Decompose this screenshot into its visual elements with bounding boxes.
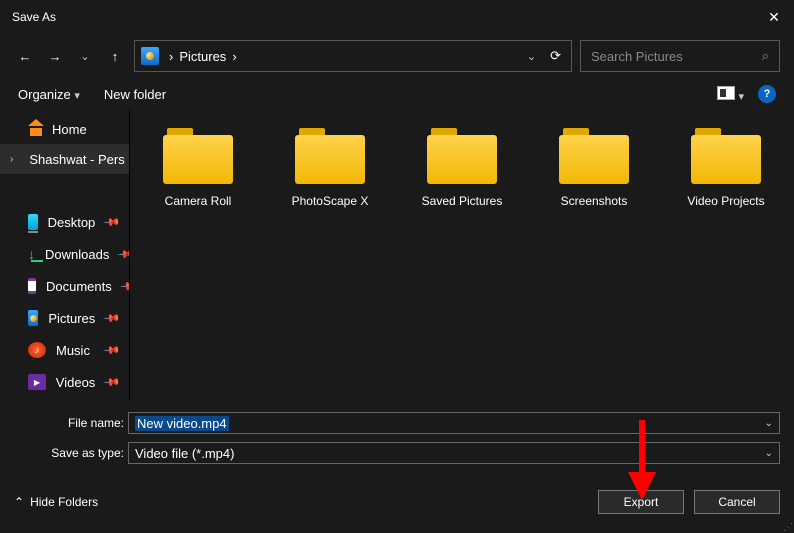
body-area: Home › Shashwat - Pers Desktop📌Downloads… (0, 110, 794, 400)
breadcrumb-sep: › (169, 49, 173, 64)
folder-tile[interactable]: Video Projects (670, 128, 782, 382)
pin-icon: 📌 (103, 309, 122, 328)
savetype-value: Video file (*.mp4) (135, 446, 234, 461)
folder-icon (427, 128, 497, 184)
sidebar-item-label: Pictures (48, 311, 95, 326)
chevron-down-icon[interactable]: ⌄ (765, 448, 773, 459)
view-options-button[interactable]: ▾ (717, 86, 744, 103)
footer-bar: ⌃ Hide Folders Export Cancel (0, 474, 794, 522)
close-icon[interactable]: ✕ (766, 9, 782, 26)
folder-icon (691, 128, 761, 184)
recent-locations-button[interactable]: ⌄ (74, 45, 96, 67)
breadcrumb-sep: › (232, 49, 236, 64)
folder-icon (163, 128, 233, 184)
window-title: Save As (12, 10, 766, 24)
sidebar-item-videos[interactable]: Videos 📌 (0, 366, 129, 398)
export-button[interactable]: Export (598, 490, 684, 514)
address-dropdown-icon[interactable]: ⌄ (527, 50, 536, 63)
folder-label: Video Projects (687, 194, 764, 208)
breadcrumb[interactable]: › Pictures › (169, 49, 517, 64)
folder-label: Saved Pictures (422, 194, 503, 208)
view-icon (717, 86, 735, 100)
tree-label: Shashwat - Pers (29, 152, 124, 167)
folder-tile[interactable]: Screenshots (538, 128, 650, 382)
sidebar-item-label: Documents (46, 279, 112, 294)
music-icon (28, 342, 46, 358)
filename-field[interactable]: New video.mp4 ⌄ (128, 412, 780, 434)
chevron-up-icon: ⌃ (14, 495, 24, 509)
folder-label: Camera Roll (165, 194, 232, 208)
sidebar-item-label: Downloads (45, 247, 109, 262)
search-icon: ⌕ (762, 48, 769, 64)
expand-icon[interactable]: › (10, 154, 13, 165)
folder-tile[interactable]: Saved Pictures (406, 128, 518, 382)
new-folder-button[interactable]: New folder (104, 87, 166, 102)
forward-button[interactable]: → (44, 45, 66, 67)
sidebar-item-label: Videos (56, 375, 96, 390)
sidebar-item-music[interactable]: Music 📌 (0, 334, 129, 366)
tree-item-home[interactable]: Home (0, 114, 129, 144)
cancel-button[interactable]: Cancel (694, 490, 780, 514)
search-placeholder: Search Pictures (591, 49, 683, 64)
title-bar: Save As ✕ (0, 0, 794, 34)
address-bar[interactable]: › Pictures › ⌄ ⟳ (134, 40, 572, 72)
pin-icon: 📌 (103, 341, 122, 360)
search-input[interactable]: Search Pictures ⌕ (580, 40, 780, 72)
pictures-icon (141, 47, 159, 65)
home-icon (28, 122, 44, 136)
filename-label: File name: (14, 416, 124, 430)
save-form: File name: New video.mp4 ⌄ Save as type:… (0, 400, 794, 474)
sidebar-item-documents[interactable]: Documents 📌 (0, 270, 129, 302)
breadcrumb-segment[interactable]: Pictures (179, 49, 226, 64)
resize-grip[interactable]: ⋰ (783, 526, 791, 530)
up-button[interactable]: ↑ (104, 45, 126, 67)
refresh-icon[interactable]: ⟳ (550, 48, 561, 64)
savetype-label: Save as type: (14, 446, 124, 460)
help-icon[interactable]: ? (758, 85, 776, 103)
chevron-down-icon[interactable]: ⌄ (765, 418, 773, 429)
sidebar-item-desktop[interactable]: Desktop 📌 (0, 206, 129, 238)
savetype-field[interactable]: Video file (*.mp4) ⌄ (128, 442, 780, 464)
doc-icon (28, 278, 36, 294)
vid-icon (28, 374, 46, 390)
chevron-down-icon: ▾ (738, 91, 744, 103)
sidebar-item-pictures[interactable]: Pictures 📌 (0, 302, 129, 334)
command-bar: Organize ▾ New folder ▾ ? (0, 78, 794, 110)
hide-folders-button[interactable]: ⌃ Hide Folders (14, 495, 98, 509)
sidebar-item-label: Music (56, 343, 90, 358)
chevron-down-icon: ▾ (74, 90, 80, 102)
folder-icon (295, 128, 365, 184)
sidebar-item-downloads[interactable]: Downloads 📌 (0, 238, 129, 270)
filename-value: New video.mp4 (135, 416, 229, 431)
folder-label: PhotoScape X (292, 194, 369, 208)
tree-item-onedrive[interactable]: › Shashwat - Pers (0, 144, 129, 174)
pin-icon: 📌 (103, 373, 122, 392)
navigation-pane: Home › Shashwat - Pers Desktop📌Downloads… (0, 110, 130, 400)
tree-label: Home (52, 122, 87, 137)
back-button[interactable]: ← (14, 45, 36, 67)
quick-access-list: Desktop📌Downloads📌Documents📌Pictures📌Mus… (0, 206, 129, 398)
pin-icon: 📌 (117, 245, 130, 264)
folder-tile[interactable]: Camera Roll (142, 128, 254, 382)
pin-icon: 📌 (103, 213, 122, 232)
folder-tile[interactable]: PhotoScape X (274, 128, 386, 382)
pic-icon (28, 310, 38, 326)
nav-bar: ← → ⌄ ↑ › Pictures › ⌄ ⟳ Search Pictures… (0, 34, 794, 78)
dl-icon (28, 246, 35, 262)
sidebar-item-label: Desktop (48, 215, 96, 230)
desktop-icon (28, 214, 38, 230)
folder-icon (559, 128, 629, 184)
pin-icon: 📌 (119, 277, 130, 296)
organize-button[interactable]: Organize ▾ (18, 87, 80, 102)
folder-view[interactable]: Camera Roll PhotoScape X Saved Pictures Scr… (130, 110, 794, 400)
folder-label: Screenshots (561, 194, 628, 208)
